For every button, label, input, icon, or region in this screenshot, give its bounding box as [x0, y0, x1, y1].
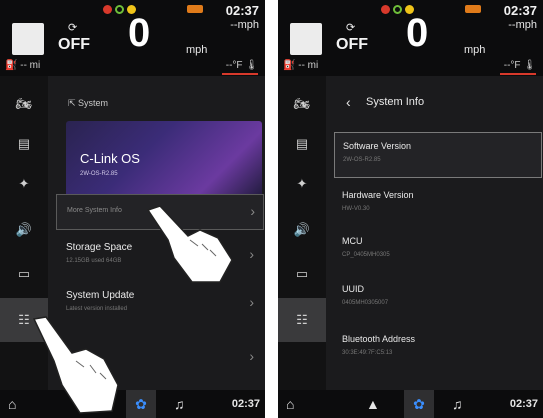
temperature-indicator-line: [500, 73, 536, 75]
bottom-clock: 02:37: [509, 398, 538, 410]
battery-warning-icon: [187, 5, 203, 13]
right-screen: 02:37 --mph ⟳ OFF 0 mph ⛽ -- mi --°F 🌡 🏍…: [278, 0, 543, 418]
motorcycle-icon[interactable]: 🏍: [14, 96, 34, 112]
chevron-right-icon: ›: [249, 246, 254, 262]
info-title: UUID: [342, 284, 364, 294]
row-subtitle: Latest version installed: [66, 306, 128, 312]
pointing-hand-illustration: [32, 316, 119, 414]
breadcrumb: ⇱ System: [68, 98, 109, 108]
cruise-state: OFF: [336, 36, 368, 53]
status-header: 02:37 --mph ⟳ OFF 0 mph ⛽ -- mi --°F 🌡: [278, 0, 543, 76]
row-title: More System Info: [67, 207, 122, 214]
settings-sidebar: 🏍 ▤ ✦ 🔊 ▭ ☷: [278, 76, 326, 390]
cruise-state: OFF: [58, 36, 90, 53]
info-value: 2W-OS-R2.85: [343, 157, 381, 163]
os-card: C-Link OS 2W-OS-R2.85: [66, 121, 262, 199]
fuel-icon: ⛽: [5, 60, 21, 71]
range-readout: ⛽ -- mi: [283, 60, 318, 71]
row-subtitle: 12.15GB used 64GB: [66, 258, 122, 264]
dashboard-icon[interactable]: ▤: [292, 136, 312, 152]
page-title: System Info: [366, 96, 425, 108]
mcu-row: MCU CP_0405MH0305: [334, 228, 540, 272]
temperature-value: --°F: [503, 60, 521, 71]
max-speed-readout: --mph: [230, 19, 259, 31]
speed-value: 0: [406, 11, 429, 55]
range-value: -- mi: [20, 60, 41, 71]
display-icon[interactable]: ▭: [292, 266, 312, 282]
hardware-version-row: Hardware Version HW-V0.30: [334, 182, 540, 226]
temperature-readout: --°F 🌡: [504, 60, 536, 71]
range-readout: ⛽ -- mi: [5, 60, 40, 71]
info-value: HW-V0.30: [342, 206, 370, 212]
thermometer-icon: 🌡: [523, 60, 536, 71]
software-version-row: Software Version 2W-OS-R2.85: [334, 132, 542, 178]
dashboard-icon[interactable]: ▤: [14, 136, 34, 152]
battery-warning-icon: [465, 5, 481, 13]
media-thumbnail: [290, 23, 322, 55]
temperature-indicator-line: [222, 73, 258, 75]
bluetooth-address-row: Bluetooth Address 30:3E:49:7F:C5:13: [334, 326, 540, 370]
engine-fault-icon: [103, 5, 112, 14]
home-icon[interactable]: ⌂: [286, 396, 294, 412]
temperature-value: --°F: [225, 60, 243, 71]
music-icon[interactable]: ♫: [452, 396, 463, 412]
uuid-row: UUID 0405MH0305007: [334, 276, 540, 320]
info-title: MCU: [342, 236, 363, 246]
motorcycle-icon[interactable]: 🏍: [292, 96, 312, 112]
info-value: CP_0405MH0305: [342, 252, 390, 258]
chevron-right-icon: ›: [250, 203, 255, 219]
info-title: Software Version: [343, 141, 412, 151]
bluetooth-icon[interactable]: ✦: [292, 176, 312, 192]
music-icon[interactable]: ♫: [174, 396, 185, 412]
chevron-right-icon: ›: [249, 348, 254, 364]
info-title: Hardware Version: [342, 190, 414, 200]
fuel-icon: ⛽: [283, 60, 299, 71]
row-title: System Update: [66, 290, 135, 301]
system-info-page: ‹ System Info Software Version 2W-OS-R2.…: [326, 76, 543, 390]
clock: 02:37: [503, 3, 537, 18]
speed-value: 0: [128, 11, 151, 55]
info-title: Bluetooth Address: [342, 334, 416, 344]
media-thumbnail: [12, 23, 44, 55]
max-speed-readout: --mph: [508, 19, 537, 31]
info-value: 30:3E:49:7F:C5:13: [342, 350, 393, 356]
speed-unit: mph: [186, 44, 208, 56]
tire-pressure-icon: [393, 5, 402, 14]
settings-icon[interactable]: ✿: [126, 390, 156, 418]
range-value: -- mi: [298, 60, 319, 71]
left-screen: 02:37 --mph ⟳ OFF 0 mph ⛽ -- mi --°F 🌡 🏍…: [0, 0, 265, 418]
status-header: 02:37 --mph ⟳ OFF 0 mph ⛽ -- mi --°F 🌡: [0, 0, 265, 76]
cruise-control-icon: ⟳: [346, 22, 356, 34]
settings-icon[interactable]: ✿: [404, 390, 434, 418]
navigation-icon[interactable]: ▲: [366, 396, 380, 412]
volume-icon[interactable]: 🔊: [292, 222, 312, 238]
cruise-control-icon: ⟳: [68, 22, 78, 34]
back-arrow-icon[interactable]: ‹: [346, 94, 351, 110]
bottom-clock: 02:37: [231, 398, 260, 410]
clock: 02:37: [225, 3, 259, 18]
row-title: Storage Space: [66, 242, 133, 253]
thermometer-icon: 🌡: [245, 60, 258, 71]
engine-fault-icon: [381, 5, 390, 14]
display-icon[interactable]: ▭: [14, 266, 34, 282]
os-version: 2W-OS-R2.85: [80, 171, 118, 177]
home-icon[interactable]: ⌂: [8, 396, 16, 412]
chevron-right-icon: ›: [249, 294, 254, 310]
speed-unit: mph: [464, 44, 486, 56]
settings-sliders-icon[interactable]: ☷: [278, 298, 326, 342]
bottom-nav-bar: ⌂ ▲ ✿ ♫ 02:37: [278, 390, 543, 418]
os-name: C-Link OS: [80, 151, 140, 166]
info-value: 0405MH0305007: [342, 300, 389, 306]
bluetooth-icon[interactable]: ✦: [14, 176, 34, 192]
volume-icon[interactable]: 🔊: [14, 222, 34, 238]
tire-pressure-icon: [115, 5, 124, 14]
temperature-readout: --°F 🌡: [226, 60, 258, 71]
pointing-hand-illustration: [146, 205, 233, 283]
